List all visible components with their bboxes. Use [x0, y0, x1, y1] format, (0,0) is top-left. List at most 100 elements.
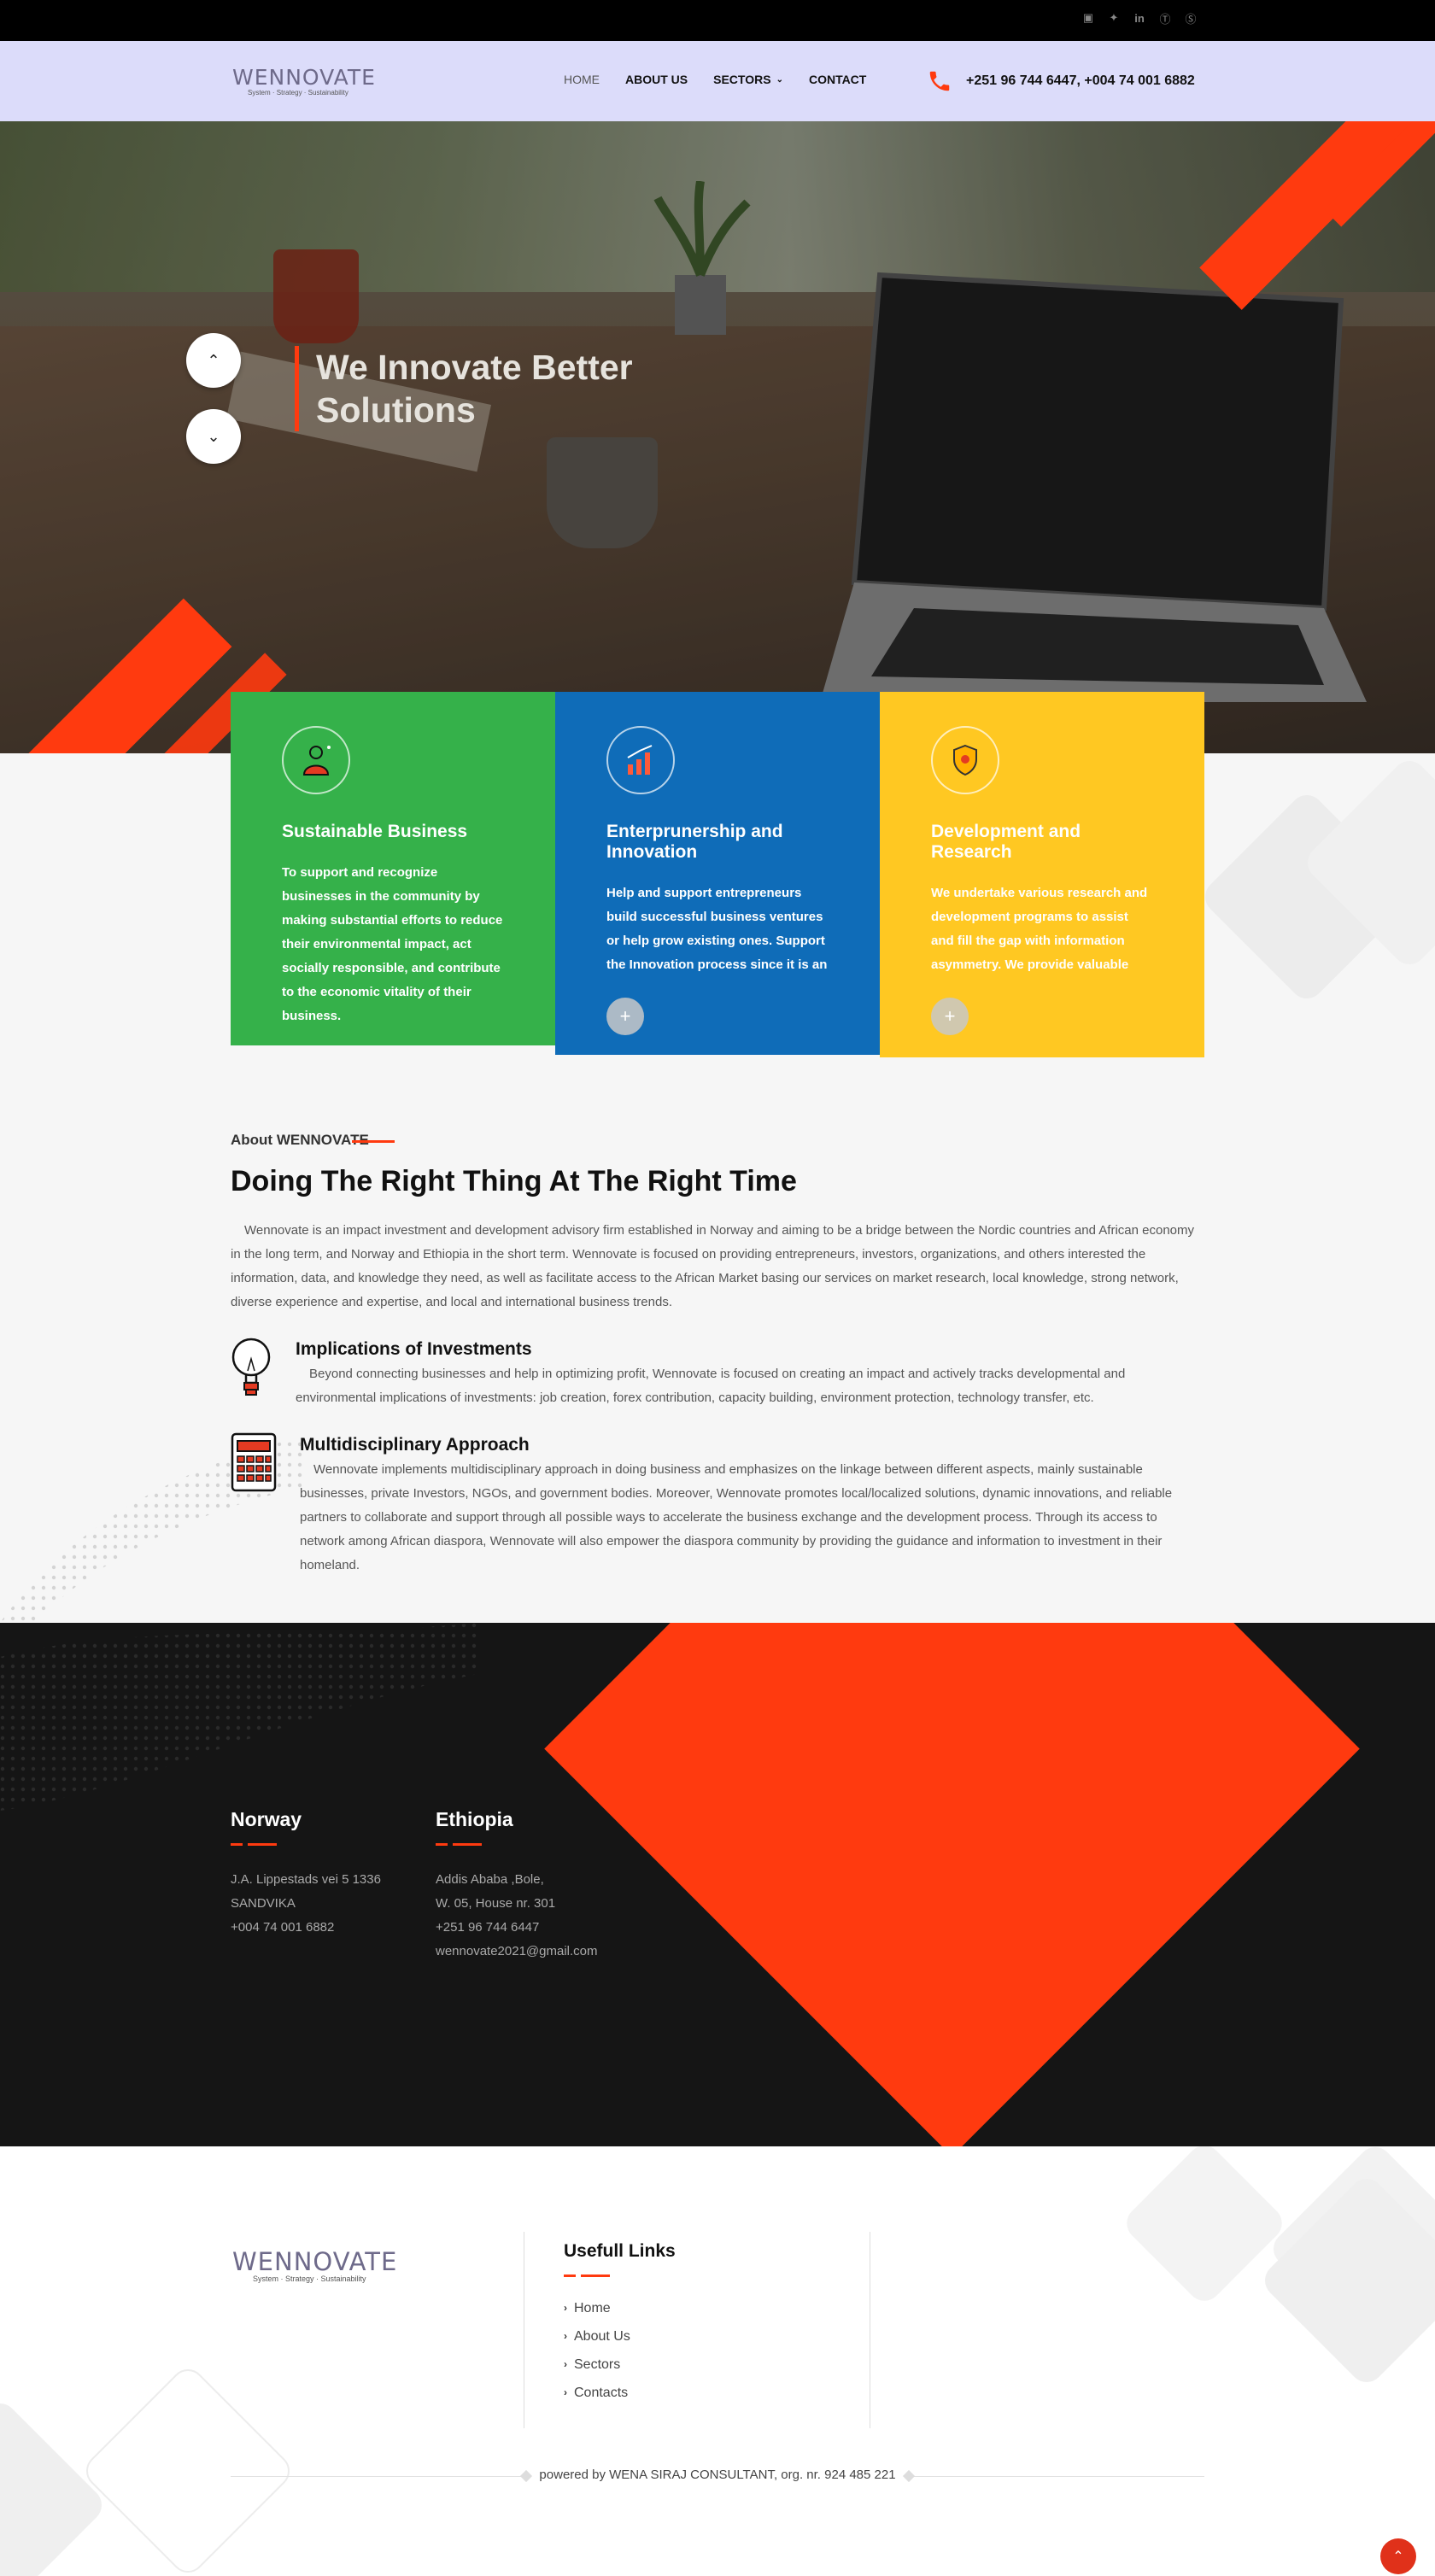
dots-pattern: [0, 1623, 478, 1811]
useful-links: Usefull Links › Home › About Us › Sectors ›…: [564, 2240, 676, 2407]
about-lead: Wennovate is an impact investment and de…: [231, 1223, 1194, 1309]
linkedin-icon[interactable]: in: [1133, 11, 1146, 25]
expand-plus-button[interactable]: +: [606, 998, 644, 1035]
chevron-down-icon: ⌄: [207, 427, 220, 445]
office-address-line: Addis Ababa ,Bole,: [436, 1872, 544, 1887]
logo-wordmark: WENNOVATE: [232, 2247, 398, 2276]
office-address-line: J.A. Lippestads vei 5 1336: [231, 1872, 381, 1887]
about-heading: Doing The Right Thing At The Right Time: [231, 1165, 797, 1197]
header-phone: +251 96 744 6447, +004 74 001 6882: [927, 68, 1195, 94]
nav-home-label: HOME: [564, 73, 600, 86]
office-address-line: W. 05, House nr. 301: [436, 1896, 556, 1911]
about-item-title: Implications of Investments: [296, 1339, 532, 1359]
title-underline: [231, 1843, 381, 1846]
office-phone[interactable]: +004 74 001 6882: [231, 1916, 381, 1940]
links-list: › Home › About Us › Sectors › Contacts: [564, 2294, 676, 2407]
chevron-right-icon: ›: [564, 2330, 567, 2342]
bg-shape: [1120, 2146, 1289, 2308]
pinterest-icon[interactable]: Ⓣ: [1158, 11, 1172, 26]
links-title: Usefull Links: [564, 2241, 676, 2261]
about-section: About WENNOVATE Doing The Right Thing At…: [231, 1132, 1204, 1578]
footer-link-about[interactable]: › About Us: [564, 2322, 676, 2351]
feature-text: We undertake various research and develo…: [931, 886, 1148, 972]
phone-icon: [929, 71, 950, 91]
about-item-investments: Implications of Investments Beyond conne…: [231, 1337, 1204, 1410]
feature-cards: Sustainable Business To support and reco…: [231, 692, 1204, 1059]
feature-title: Enterprunership and Innovation: [606, 822, 783, 862]
expand-plus-button[interactable]: +: [931, 998, 969, 1035]
footer-link-contacts[interactable]: › Contacts: [564, 2379, 676, 2407]
hero-title: We Innovate Better Solutions: [316, 348, 633, 430]
office-email[interactable]: wennovate2021@gmail.com: [436, 1940, 598, 1964]
office-address-line: SANDVIKA: [231, 1896, 296, 1911]
slider-down-button[interactable]: ⌄: [186, 409, 241, 464]
title-underline: [436, 1843, 598, 1846]
skype-icon[interactable]: Ⓢ: [1184, 11, 1198, 26]
about-label: About WENNOVATE: [231, 1132, 395, 1148]
orange-diamond: [544, 1623, 1360, 2146]
feature-card-innovation[interactable]: Enterprunership and Innovation Help and …: [555, 692, 880, 1055]
feature-card-research[interactable]: Development and Research We undertake va…: [880, 692, 1204, 1057]
shield-icon: [931, 726, 999, 794]
nav-contact[interactable]: CONTACT: [809, 73, 866, 86]
logo-wordmark: WENNOVATE: [232, 65, 376, 90]
office-phone[interactable]: +251 96 744 6447: [436, 1916, 598, 1940]
phone-numbers[interactable]: +251 96 744 6447, +004 74 001 6882: [966, 73, 1195, 89]
scroll-to-top-button[interactable]: ⌃: [1380, 2538, 1416, 2574]
feature-title: Development and Research: [931, 822, 1081, 862]
feature-text-clip: Help and support entrepreneurs build suc…: [606, 881, 829, 977]
about-item-title: Multidisciplinary Approach: [300, 1435, 530, 1455]
office-ethiopia: Ethiopia Addis Ababa ,Bole, W. 05, House…: [436, 1807, 598, 1964]
feature-title: Sustainable Business: [282, 822, 468, 841]
chevron-right-icon: ›: [564, 2386, 567, 2398]
copyright-text: powered by WENA SIRAJ CONSULTANT, org. n…: [529, 2468, 906, 2482]
slider-up-button[interactable]: ⌃: [186, 333, 241, 388]
site-footer: WENNOVATE System · Strategy · Sustainabi…: [0, 2146, 1435, 2576]
top-bar: ▣ ✦ in Ⓣ Ⓢ: [0, 0, 1435, 41]
office-norway: Norway J.A. Lippestads vei 5 1336 SANDVI…: [231, 1807, 381, 1940]
chevron-right-icon: ›: [564, 2358, 567, 2370]
person-growth-icon: [282, 726, 350, 794]
nav-contact-label: CONTACT: [808, 73, 867, 86]
chevron-right-icon: ›: [564, 2302, 567, 2314]
twitter-icon[interactable]: ✦: [1107, 11, 1121, 25]
double-chevron-up-icon: ⌃: [1392, 2550, 1404, 2564]
nav-home[interactable]: HOME: [564, 73, 600, 86]
office-name: Ethiopia: [436, 1808, 513, 1830]
footer-link-label: Home: [574, 2301, 611, 2315]
footer-logo[interactable]: WENNOVATE System · Strategy · Sustainabi…: [232, 2249, 397, 2283]
footer-link-home[interactable]: › Home: [564, 2294, 676, 2322]
hero-title-block: We Innovate Better Solutions: [295, 346, 692, 431]
title-underline: [564, 2274, 676, 2277]
feature-text: To support and recognize businesses in t…: [282, 865, 503, 1023]
about-item-multidisciplinary: Multidisciplinary Approach Wennovate imp…: [231, 1432, 1204, 1578]
footer-link-label: Sectors: [574, 2357, 621, 2372]
calculator-icon: [231, 1432, 277, 1492]
nav-about-label: ABOUT US: [625, 73, 688, 86]
hero-slider: We Innovate Better Solutions ⌃ ⌄: [0, 121, 1435, 753]
site-header: WENNOVATE System · Strategy · Sustainabi…: [0, 41, 1435, 121]
copyright: powered by WENA SIRAJ CONSULTANT, org. n…: [0, 2468, 1435, 2483]
offices-section: Norway J.A. Lippestads vei 5 1336 SANDVI…: [0, 1623, 1435, 2146]
feature-card-sustainable[interactable]: Sustainable Business To support and reco…: [231, 692, 555, 1045]
nav-sectors-label: SECTORS: [713, 73, 771, 86]
facebook-icon[interactable]: ▣: [1081, 11, 1095, 25]
main-nav: HOME ABOUT US SECTORS ⌄ CONTACT: [564, 73, 892, 86]
bg-shape: [0, 2396, 109, 2576]
footer-link-label: About Us: [574, 2329, 630, 2344]
office-name: Norway: [231, 1808, 302, 1830]
footer-link-sectors[interactable]: › Sectors: [564, 2351, 676, 2379]
lightbulb-icon: [231, 1338, 271, 1396]
bar-chart-icon: [606, 726, 675, 794]
social-links: ▣ ✦ in Ⓣ Ⓢ: [1081, 11, 1198, 26]
logo-tagline: System · Strategy · Sustainability: [248, 89, 348, 97]
feature-text: Help and support entrepreneurs build suc…: [606, 886, 828, 972]
footer-link-label: Contacts: [574, 2386, 629, 2400]
nav-about-us[interactable]: ABOUT US: [625, 73, 688, 86]
about-item-text: Beyond connecting businesses and help in…: [296, 1367, 1126, 1405]
chevron-down-icon: ⌄: [776, 74, 783, 85]
site-logo[interactable]: WENNOVATE System · Strategy · Sustainabi…: [232, 67, 378, 101]
feature-text-clip: We undertake various research and develo…: [931, 881, 1153, 977]
chevron-up-icon: ⌃: [207, 351, 220, 369]
nav-sectors[interactable]: SECTORS ⌄: [713, 73, 783, 86]
